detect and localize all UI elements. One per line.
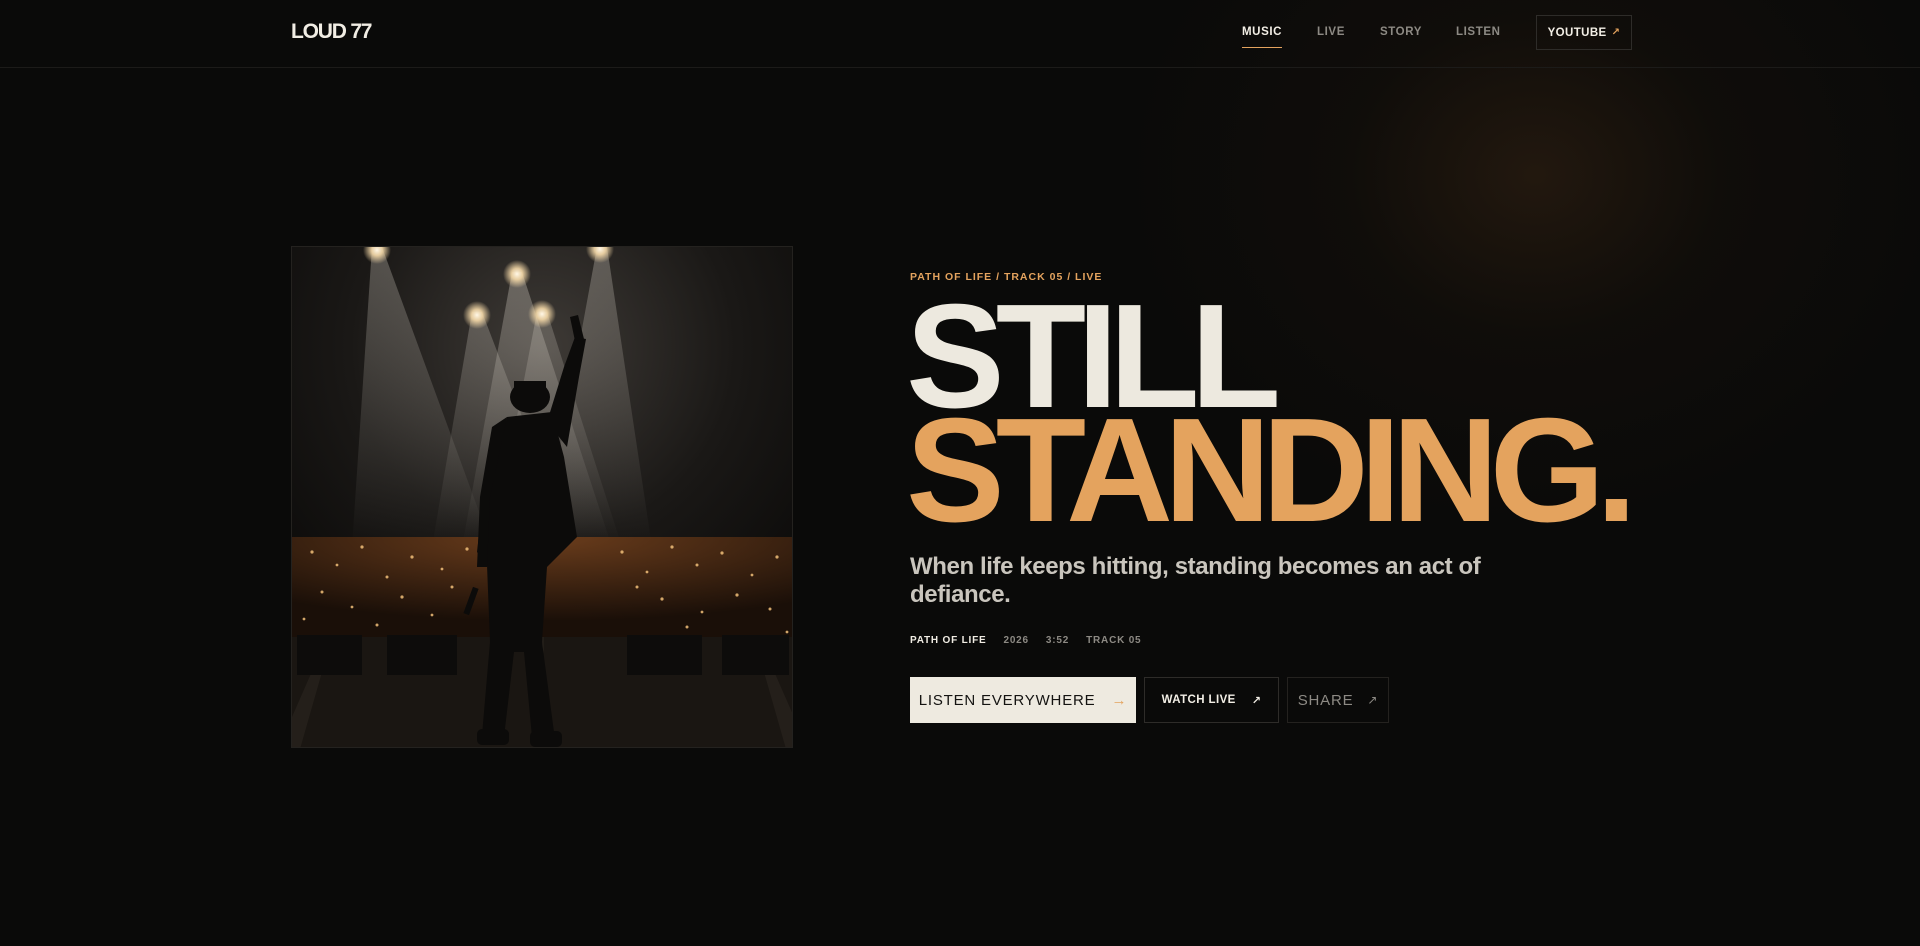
share-button[interactable]: SHARE ↗ bbox=[1287, 677, 1389, 723]
arrow-right-icon: → bbox=[1111, 691, 1128, 709]
listen-everywhere-button[interactable]: LISTEN EVERYWHERE → bbox=[910, 677, 1136, 723]
logo[interactable]: LOUD 77 bbox=[291, 20, 373, 44]
meta-album: PATH OF LIFE bbox=[910, 635, 987, 646]
youtube-button[interactable]: YOUTUBE ↗ bbox=[1536, 15, 1632, 50]
youtube-label: YOUTUBE bbox=[1547, 26, 1607, 39]
arrow-up-right-icon: ↗ bbox=[1367, 693, 1379, 707]
track-meta: PATH OF LIFE 2026 3:52 TRACK 05 bbox=[910, 635, 1141, 646]
listen-label: LISTEN EVERYWHERE bbox=[918, 691, 1096, 709]
watch-live-button[interactable]: WATCH LIVE ↗ bbox=[1144, 677, 1279, 723]
tagline: When life keeps hitting, standing become… bbox=[910, 553, 1481, 608]
cover-artwork bbox=[291, 246, 793, 748]
nav-item-label: LIVE bbox=[1317, 26, 1345, 38]
arrow-up-right-icon: ↗ bbox=[1611, 26, 1621, 38]
nav-item-label: MUSIC bbox=[1242, 26, 1283, 38]
site-header: LOUD 77 MUSIC LIVE STORY LISTEN YOUTUBE … bbox=[0, 0, 1920, 68]
title-line-2: STANDING. bbox=[906, 388, 1637, 553]
nav-item-live[interactable]: LIVE bbox=[1317, 26, 1345, 38]
nav-item-listen[interactable]: LISTEN bbox=[1456, 26, 1501, 38]
nav-item-label: LISTEN bbox=[1456, 26, 1501, 38]
nav-item-label: STORY bbox=[1380, 26, 1422, 38]
concert-stage-illustration bbox=[292, 247, 792, 747]
nav-item-music[interactable]: MUSIC bbox=[1242, 26, 1283, 48]
watch-label: WATCH LIVE bbox=[1161, 694, 1236, 706]
active-indicator bbox=[1242, 47, 1283, 48]
meta-track: TRACK 05 bbox=[1086, 635, 1142, 646]
meta-duration: 3:52 bbox=[1045, 635, 1070, 646]
nav-item-story[interactable]: STORY bbox=[1380, 26, 1422, 38]
page: LOUD 77 MUSIC LIVE STORY LISTEN YOUTUBE … bbox=[0, 0, 1920, 946]
share-label: SHARE bbox=[1297, 691, 1354, 709]
arrow-up-right-icon: ↗ bbox=[1251, 694, 1262, 707]
meta-year: 2026 bbox=[1003, 635, 1029, 646]
